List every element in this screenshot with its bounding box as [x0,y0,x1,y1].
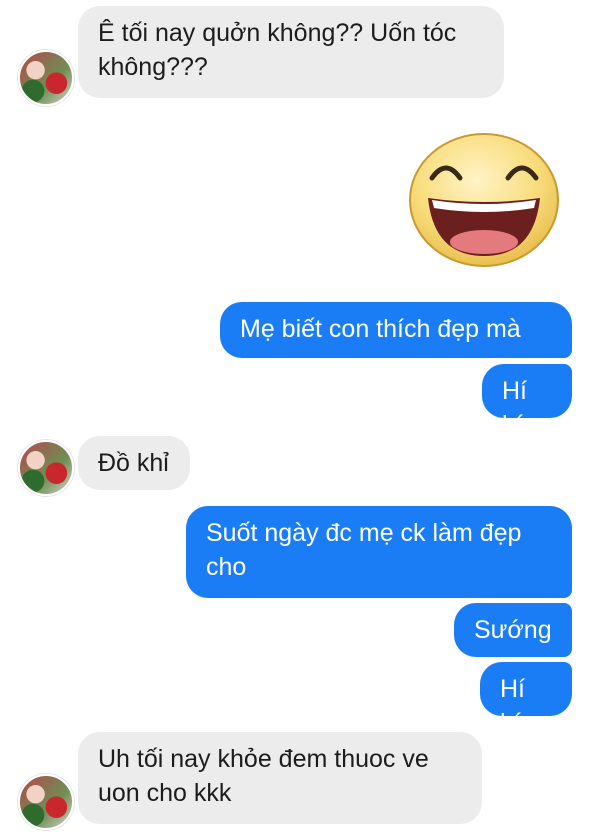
message-bubble-outgoing[interactable]: Sướng [454,603,572,657]
message-text: Ê tối nay quởn không?? Uốn tóc không??? [98,19,457,81]
message-bubble-outgoing[interactable]: Hí hí [482,364,572,439]
message-text: Sướng [474,616,552,644]
message-bubble-incoming[interactable]: Uh tối nay khỏe đem thuoc ve uon cho kkk [78,732,482,824]
avatar[interactable] [18,50,74,106]
message-text: Mẹ biết con thích đẹp mà [240,315,521,343]
laughing-face-icon[interactable] [408,132,560,268]
message-text: Hí hí [500,675,525,737]
message-bubble-outgoing[interactable]: Suốt ngày đc mẹ ck làm đẹp cho [186,506,572,598]
message-text: Đồ khỉ [98,449,169,477]
avatar[interactable] [18,774,74,830]
avatar[interactable] [18,440,74,496]
message-bubble-incoming[interactable]: Ê tối nay quởn không?? Uốn tóc không??? [78,6,504,98]
message-bubble-outgoing[interactable]: Hí hí [480,662,572,737]
message-bubble-incoming[interactable]: Đồ khỉ [78,436,190,490]
message-text: Hí hí [502,377,527,439]
message-text: Uh tối nay khỏe đem thuoc ve uon cho kkk [98,745,429,807]
message-text: Suốt ngày đc mẹ ck làm đẹp cho [206,519,522,581]
message-bubble-outgoing[interactable]: Mẹ biết con thích đẹp mà [220,302,572,358]
